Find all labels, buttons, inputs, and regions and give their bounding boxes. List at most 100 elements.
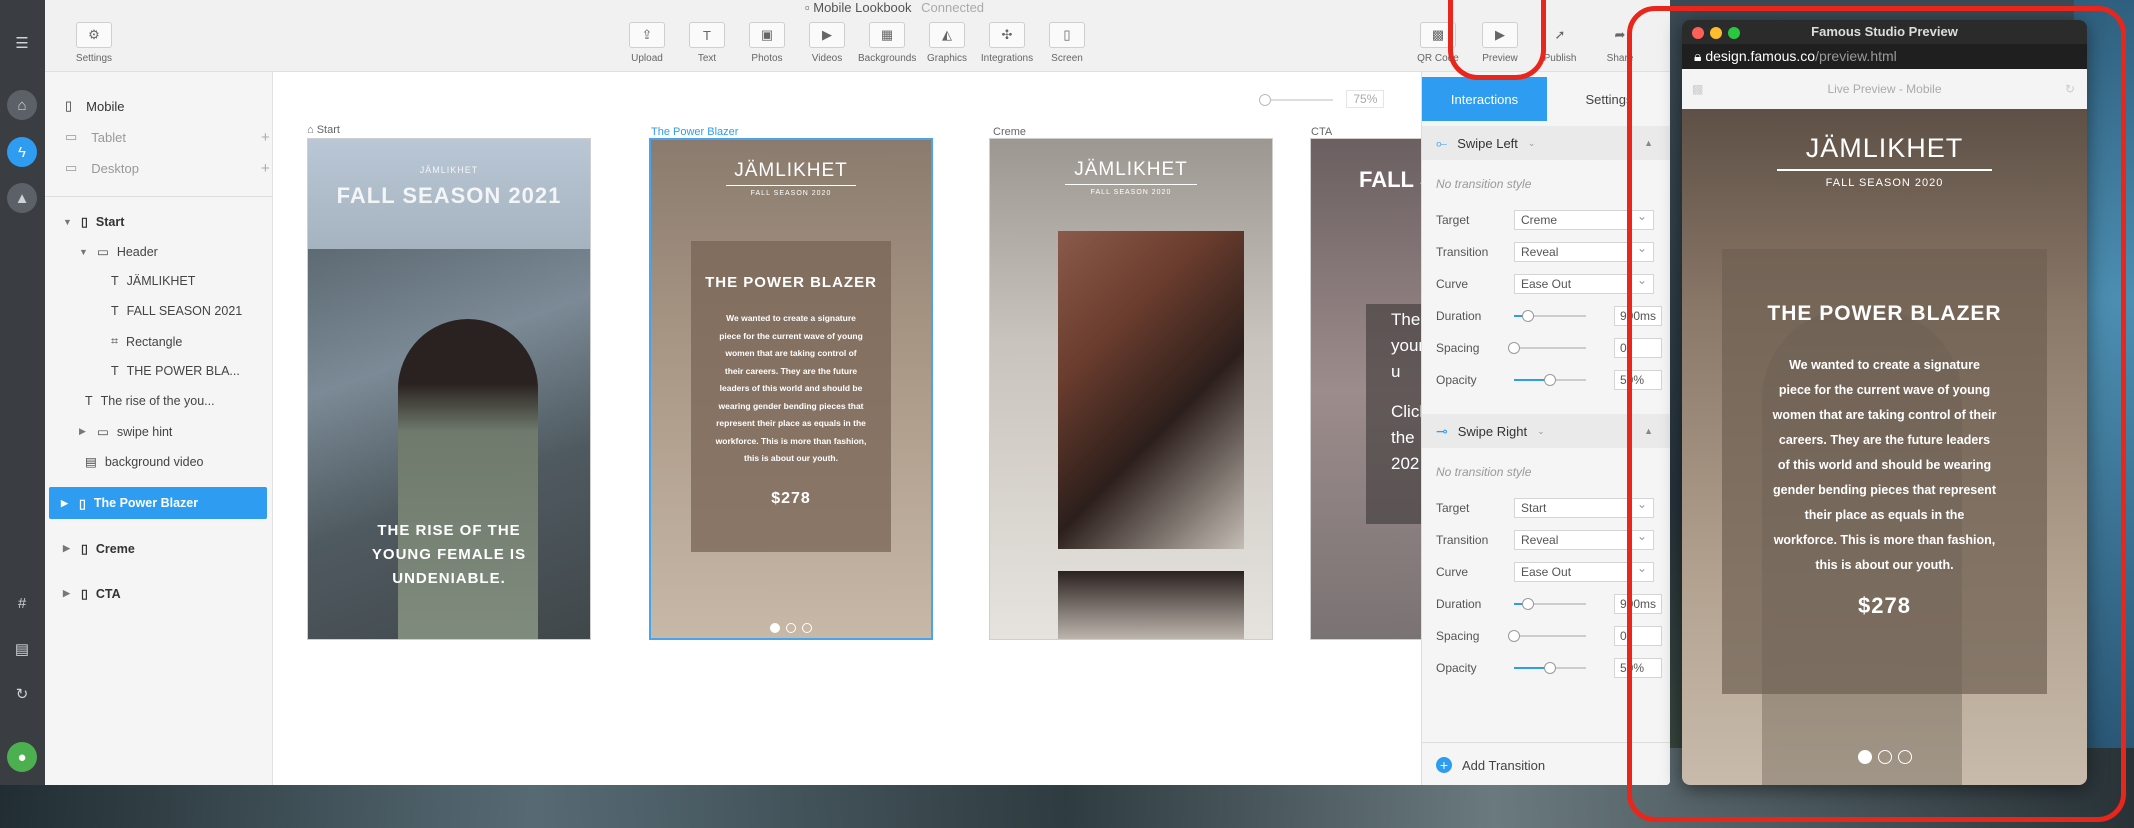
brand-title: JÄMLIKHET (419, 165, 479, 175)
frame-label-cta[interactable]: CTA (1311, 126, 1332, 138)
tree-item-cta[interactable]: ▶ ▯ CTA (63, 586, 121, 602)
tree-label: JÄMLIKHET (126, 274, 196, 288)
row-label: Curve (1436, 277, 1469, 291)
caret-down-icon[interactable]: ▼ (79, 247, 89, 257)
videos-button[interactable]: ▶ Videos (798, 22, 856, 64)
editor-window: ☰ ⌂ ϟ ▲ # ▤ ↻ ● ▫ Mobile Lookbook Connec… (0, 0, 1670, 785)
chevron-down-icon[interactable]: ⌄ (1537, 426, 1545, 437)
connection-status: Connected (921, 0, 985, 15)
zoom-slider-icon[interactable] (1259, 93, 1333, 106)
lightning-icon[interactable]: ϟ (7, 137, 37, 167)
hamburger-menu-icon[interactable]: ☰ (7, 28, 37, 58)
videos-label: Videos (811, 53, 843, 64)
tree-item-swipe-hint[interactable]: ▶ ▭ swipe hint (79, 424, 173, 440)
page-icon: ▯ (81, 215, 88, 229)
text-button[interactable]: T Text (678, 22, 736, 64)
transition-style-note[interactable]: No transition style (1436, 465, 1531, 479)
frame-creme[interactable]: JÄMLIKHET FALL SEASON 2020 (989, 138, 1273, 640)
row-label: Spacing (1436, 629, 1480, 643)
tree-item-start[interactable]: ▼ ▯ Start (63, 214, 124, 230)
cta-text: The your u Click the 202 (1391, 307, 1421, 477)
device-mobile[interactable]: ▯ Mobile (65, 98, 124, 114)
upload-icon: ⇪ (629, 22, 665, 48)
avatar[interactable]: ● (7, 742, 37, 772)
tree-item-rise[interactable]: T The rise of the you... (85, 394, 215, 408)
caret-down-icon[interactable]: ▼ (63, 217, 73, 227)
slack-icon[interactable]: # (7, 588, 37, 618)
row-label: Curve (1436, 565, 1469, 579)
tree-item-fall-season[interactable]: T FALL SEASON 2021 (111, 304, 242, 318)
season-title: FALL SEASON 2020 (1090, 189, 1172, 196)
device-tablet[interactable]: ▭ Tablet + (65, 129, 270, 146)
brand-title: JÄMLIKHET (734, 160, 848, 181)
document-icon: ▫ (805, 0, 810, 15)
frame-label-creme[interactable]: Creme (993, 126, 1026, 138)
refresh-icon[interactable]: ↻ (7, 679, 37, 709)
page-dot[interactable] (802, 623, 812, 633)
season-title: FALL SEASON 2021 (336, 183, 562, 208)
transition-style-note[interactable]: No transition style (1436, 177, 1531, 191)
backgrounds-icon: ▦ (869, 22, 905, 48)
opacity-slider[interactable] (1514, 662, 1586, 674)
tree-label: CTA (95, 586, 121, 601)
tree-item-header[interactable]: ▼ ▭ Header (79, 244, 158, 260)
duration-slider[interactable] (1514, 598, 1586, 610)
settings-button[interactable]: ⚙ Settings (65, 22, 123, 64)
photos-button[interactable]: ▣ Photos (738, 22, 796, 64)
add-transition-button[interactable]: + Add Transition (1436, 757, 1545, 773)
row-label: Target (1436, 213, 1470, 227)
tree-item-rectangle[interactable]: ⌗ Rectangle (111, 334, 182, 349)
text-icon: T (111, 304, 119, 318)
frame-label-start[interactable]: ⌂ Start (307, 124, 340, 136)
caret-right-icon[interactable]: ▶ (61, 498, 71, 509)
swipe-right-icon: ⊸ (1436, 422, 1448, 439)
caret-right-icon[interactable]: ▶ (79, 426, 89, 437)
graphics-button[interactable]: ◭ Graphics (918, 22, 976, 64)
upload-button[interactable]: ⇪ Upload (618, 22, 676, 64)
add-icon[interactable]: + (261, 129, 270, 146)
spacing-slider[interactable] (1508, 342, 1586, 354)
frame-power-blazer[interactable]: JÄMLIKHET FALL SEASON 2020 THE POWER BLA… (649, 138, 933, 640)
row-label: Duration (1436, 309, 1482, 323)
opacity-slider[interactable] (1514, 374, 1586, 386)
tree-item-background-video[interactable]: ▤ background video (85, 454, 204, 470)
tree-item-jamlikhet[interactable]: T JÄMLIKHET (111, 274, 195, 288)
frame-start[interactable]: JÄMLIKHET FALL SEASON 2021 THE RISE OF T… (307, 138, 591, 640)
caret-right-icon[interactable]: ▶ (63, 588, 73, 599)
design-canvas[interactable]: 75% ⌂ Start The Power Blazer Creme CTA J… (273, 72, 1421, 785)
portrait-photo-2 (1058, 571, 1244, 639)
cta-line: Click (1391, 402, 1421, 421)
cta-line: The (1391, 310, 1421, 329)
row-label: Transition (1436, 533, 1489, 547)
add-icon[interactable]: + (261, 160, 270, 177)
page-dot-active[interactable] (770, 623, 780, 633)
integrations-button[interactable]: ✣ Integrations (978, 22, 1036, 64)
device-desktop[interactable]: ▭ Desktop + (65, 160, 270, 177)
frame-label-power-blazer[interactable]: The Power Blazer (651, 126, 738, 138)
tree-label: swipe hint (116, 424, 173, 439)
chevron-down-icon[interactable]: ⌄ (1528, 138, 1536, 149)
backgrounds-button[interactable]: ▦ Backgrounds (858, 22, 916, 64)
duration-slider[interactable] (1514, 310, 1586, 322)
spacing-slider[interactable] (1508, 630, 1586, 642)
tree-item-power-blazer-text[interactable]: T THE POWER BLA... (111, 364, 240, 378)
zoom-level[interactable]: 75% (1346, 90, 1385, 108)
cta-line: u (1391, 362, 1401, 381)
rocket-icon: ➚ (1554, 27, 1566, 42)
page-dot[interactable] (786, 623, 796, 633)
home-icon[interactable]: ⌂ (7, 90, 37, 120)
zoom-control[interactable]: 75% (1259, 90, 1385, 108)
caret-right-icon[interactable]: ▶ (63, 543, 73, 554)
tab-interactions[interactable]: Interactions (1422, 77, 1547, 121)
book-icon[interactable]: ▤ (7, 634, 37, 664)
document-name[interactable]: Mobile Lookbook (813, 0, 911, 15)
brand-title: JÄMLIKHET (1074, 159, 1188, 180)
tree-item-power-blazer[interactable]: ▶ ▯ The Power Blazer (49, 487, 267, 519)
graduation-cap-icon[interactable]: ▲ (7, 183, 37, 213)
swipe-left-icon: ⟜ (1436, 134, 1448, 151)
row-label: Opacity (1436, 373, 1477, 387)
tree-item-creme[interactable]: ▶ ▯ Creme (63, 541, 135, 557)
screen-button[interactable]: ▯ Screen (1038, 22, 1096, 64)
frame-cta[interactable]: FALL S The your u Click the 202 (1310, 138, 1421, 640)
preview-button-highlight (1448, 0, 1546, 80)
